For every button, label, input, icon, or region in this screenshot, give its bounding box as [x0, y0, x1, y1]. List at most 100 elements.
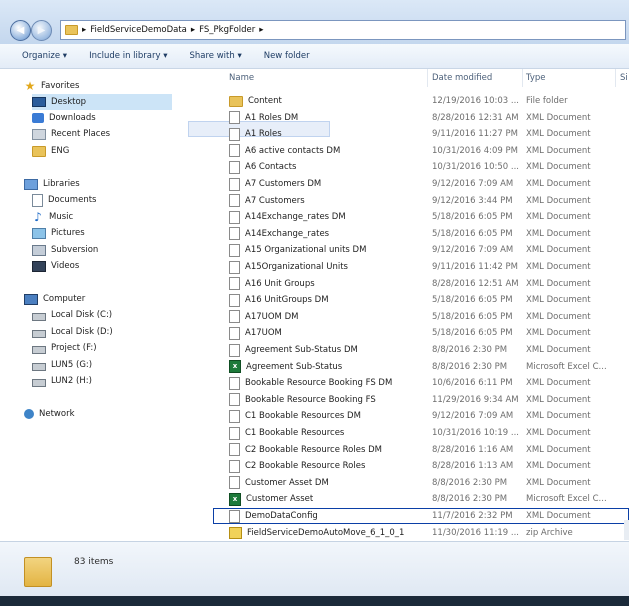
breadcrumb-item[interactable]: FieldServiceDemoData: [90, 25, 187, 35]
file-name: A15Organizational Units: [245, 262, 348, 272]
file-name-cell: x Customer Asset: [229, 492, 429, 506]
nav-item-pictures[interactable]: Pictures: [32, 225, 85, 241]
nav-item-videos[interactable]: Videos: [32, 258, 79, 274]
file-row[interactable]: Content 12/19/2016 10:03 ... File folder: [213, 93, 629, 109]
nav-item-music[interactable]: ♪ Music: [32, 209, 73, 225]
file-name: A17UOM DM: [245, 311, 299, 322]
file-type: XML Document: [526, 145, 591, 156]
nav-label: Project (F:): [51, 343, 97, 353]
disk-icon: [32, 378, 46, 387]
file-row[interactable]: A15 Organizational units DM 9/12/2016 7:0…: [213, 242, 629, 258]
nav-item-drive-g[interactable]: LUN5 (G:): [32, 357, 92, 373]
forward-button[interactable]: ▶: [31, 20, 52, 41]
file-row[interactable]: A16 UnitGroups DM 5/18/2016 6:05 PM XML Do…: [213, 292, 629, 308]
file-row[interactable]: FieldServiceDemoAutoMove_6_1_0_1 11/30/20…: [213, 525, 629, 541]
file-row[interactable]: A7 Customers 9/12/2016 3:44 PM XML Documen…: [213, 193, 629, 209]
nav-network[interactable]: Network: [24, 406, 75, 422]
file-type: XML Document: [526, 212, 591, 223]
nav-item-documents[interactable]: Documents: [32, 192, 96, 208]
file-row[interactable]: DemoDataConfig 11/7/2016 2:32 PM XML Docum…: [213, 508, 629, 524]
videos-icon: [32, 260, 46, 272]
file-name: Content: [248, 96, 282, 106]
file-type: XML Document: [526, 278, 591, 289]
share-with-button[interactable]: Share with ▾: [189, 51, 241, 61]
column-header-date[interactable]: Date modified: [432, 69, 492, 87]
file-row[interactable]: Bookable Resource Booking FS DM 10/6/2016…: [213, 375, 629, 391]
file-row[interactable]: A17UOM 5/18/2016 6:05 PM XML Document: [213, 325, 629, 341]
column-header-type[interactable]: Type: [526, 69, 546, 87]
nav-label: Desktop: [51, 97, 87, 107]
excel-icon: x: [229, 360, 241, 374]
column-header-size[interactable]: Si: [620, 69, 628, 87]
xml-icon: [229, 277, 240, 291]
xml-icon: [229, 194, 240, 208]
file-row[interactable]: A14Exchange_rates DM 5/18/2016 6:05 PM XML…: [213, 209, 629, 225]
back-button[interactable]: ◀: [10, 20, 31, 41]
nav-libraries[interactable]: Libraries: [24, 176, 80, 192]
file-name: Customer Asset DM: [245, 477, 329, 488]
file-name-cell: A6 active contacts DM: [229, 144, 429, 158]
file-name-cell: C1 Bookable Resources: [229, 426, 429, 440]
file-row[interactable]: A15Organizational Units 9/11/2016 11:42 P…: [213, 259, 629, 275]
file-row[interactable]: x Agreement Sub-Status 8/8/2016 2:30 PM Mic…: [213, 359, 629, 375]
file-row[interactable]: Agreement Sub-Status DM 8/8/2016 2:30 PM X…: [213, 342, 629, 358]
nav-label: Local Disk (D:): [51, 327, 113, 337]
star-icon: ★: [24, 79, 36, 93]
nav-label: Libraries: [43, 179, 80, 189]
file-name: A6 Contacts: [245, 162, 297, 173]
nav-item-downloads[interactable]: Downloads: [32, 110, 96, 126]
file-row[interactable]: C2 Bookable Resource Roles DM 8/28/2016 1…: [213, 442, 629, 458]
file-row[interactable]: C2 Bookable Resource Roles 8/28/2016 1:13…: [213, 458, 629, 474]
column-header-name[interactable]: Name: [229, 69, 254, 87]
file-row[interactable]: Customer Asset DM 8/8/2016 2:30 PM XML Doc…: [213, 475, 629, 491]
xml-icon: [229, 393, 240, 407]
nav-item-drive-d[interactable]: Local Disk (D:): [32, 324, 113, 340]
file-row[interactable]: A1 Roles 9/11/2016 11:27 PM XML Document: [213, 126, 629, 142]
include-in-library-button[interactable]: Include in library ▾: [89, 51, 167, 61]
nav-computer[interactable]: Computer: [24, 291, 85, 307]
file-date: 8/28/2016 1:13 AM: [432, 461, 514, 472]
nav-item-drive-f[interactable]: Project (F:): [32, 340, 97, 356]
file-row[interactable]: A16 Unit Groups 8/28/2016 12:51 AM XML Doc…: [213, 276, 629, 292]
subversion-icon: [32, 244, 46, 256]
disk-icon: [32, 329, 46, 338]
column-divider[interactable]: [427, 69, 428, 87]
file-name: C1 Bookable Resources DM: [245, 411, 361, 422]
file-row[interactable]: A6 Contacts 10/31/2016 10:50 ... XML Docum…: [213, 159, 629, 175]
nav-item-eng[interactable]: ENG: [32, 143, 69, 159]
nav-item-recent-places[interactable]: Recent Places: [32, 126, 110, 142]
file-name-cell: C2 Bookable Resource Roles: [229, 459, 429, 473]
breadcrumb-item[interactable]: FS_PkgFolder: [199, 25, 255, 35]
vertical-scrollbar[interactable]: [624, 520, 629, 540]
file-row[interactable]: x Customer Asset 8/8/2016 2:30 PM Microsoft…: [213, 491, 629, 507]
file-type: XML Document: [526, 394, 591, 405]
new-folder-button[interactable]: New folder: [264, 51, 310, 61]
organize-button[interactable]: Organize ▾: [22, 51, 67, 61]
file-date: 10/31/2016 4:09 PM: [432, 145, 518, 156]
file-date: 9/12/2016 7:09 AM: [432, 411, 514, 422]
file-row[interactable]: A14Exchange_rates 5/18/2016 6:05 PM XML Do…: [213, 226, 629, 242]
nav-item-subversion[interactable]: Subversion: [32, 242, 98, 258]
column-divider[interactable]: [615, 69, 616, 87]
nav-item-desktop[interactable]: Desktop: [32, 94, 172, 110]
address-bar[interactable]: ▸ FieldServiceDemoData ▸ FS_PkgFolder ▸: [60, 20, 626, 40]
nav-item-drive-h[interactable]: LUN2 (H:): [32, 373, 92, 389]
disk-icon: [32, 345, 46, 354]
xml-icon: [229, 177, 240, 191]
xml-icon: [229, 476, 240, 490]
file-date: 10/31/2016 10:19 ...: [432, 428, 519, 438]
taskbar: [0, 596, 629, 606]
file-type: Microsoft Excel C...: [526, 361, 607, 372]
chevron-right-icon: ▸: [259, 25, 264, 35]
file-date: 9/12/2016 3:44 PM: [432, 195, 513, 206]
file-row[interactable]: A6 active contacts DM 10/31/2016 4:09 PM X…: [213, 143, 629, 159]
file-row[interactable]: Bookable Resource Booking FS 11/29/2016 9…: [213, 392, 629, 408]
file-row[interactable]: A7 Customers DM 9/12/2016 7:09 AM XML Docu…: [213, 176, 629, 192]
file-row[interactable]: A17UOM DM 5/18/2016 6:05 PM XML Document: [213, 309, 629, 325]
column-divider[interactable]: [522, 69, 523, 87]
file-row[interactable]: C1 Bookable Resources DM 9/12/2016 7:09 A…: [213, 408, 629, 424]
nav-favorites[interactable]: ★ Favorites: [24, 78, 80, 94]
nav-item-drive-c[interactable]: Local Disk (C:): [32, 307, 112, 323]
file-row[interactable]: C1 Bookable Resources 10/31/2016 10:19 ..…: [213, 425, 629, 441]
file-row[interactable]: A1 Roles DM 8/28/2016 12:31 AM XML Documen…: [213, 110, 629, 126]
